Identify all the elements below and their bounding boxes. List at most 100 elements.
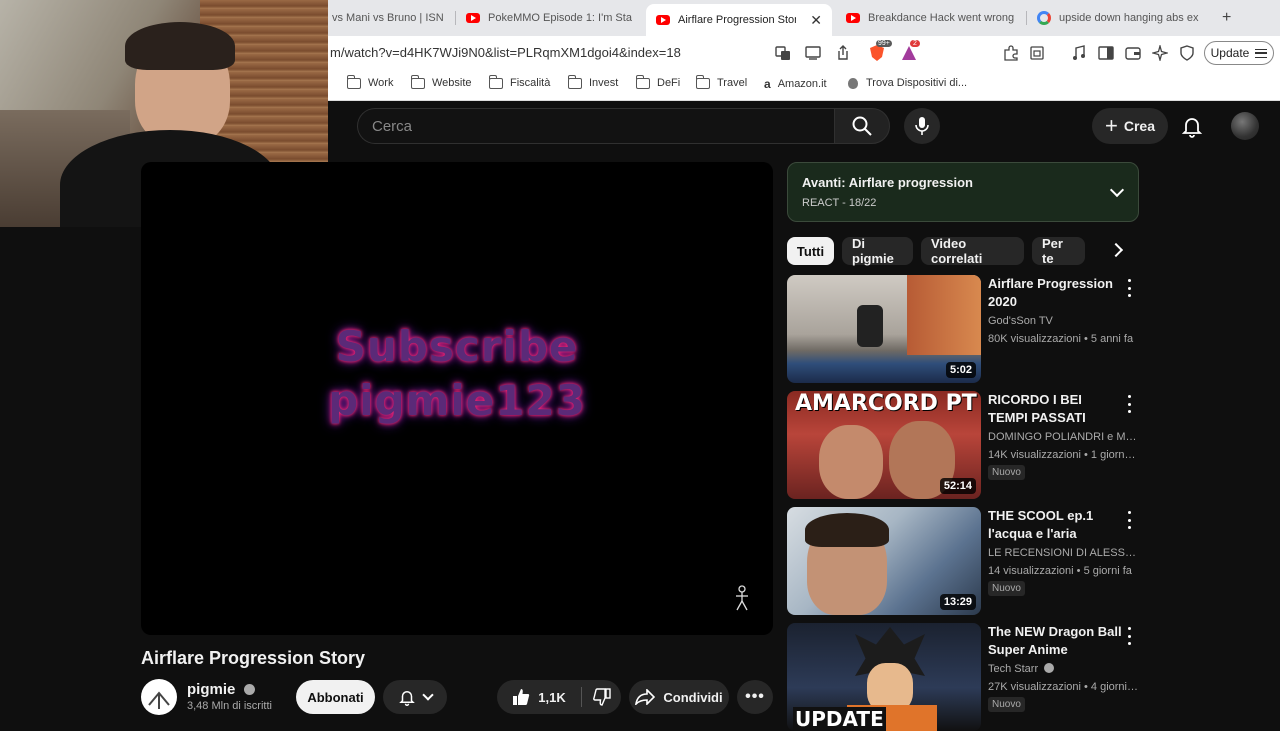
video-title[interactable]: RICORDO I BEI TEMPI PASSATI INSIEME CO..… xyxy=(988,391,1123,427)
thumbnail-text: UPDATE xyxy=(793,707,886,731)
search-input[interactable]: Cerca xyxy=(357,108,834,144)
notification-preference-button[interactable] xyxy=(383,680,447,714)
voice-search-button[interactable] xyxy=(904,108,940,144)
bookmark-fiscalita[interactable]: Fiscalità xyxy=(489,74,550,89)
tab-label: Airflare Progression Stor xyxy=(678,14,797,26)
recommendation-item[interactable]: UPDATE The NEW Dragon Ball Super Anime S… xyxy=(787,623,1139,731)
thumbnail-text: AMARCORD PT xyxy=(795,391,977,416)
youtube-icon xyxy=(846,13,860,23)
bookmark-label: DeFi xyxy=(657,77,681,89)
chip-from-channel[interactable]: Di pigmie xyxy=(842,236,913,266)
bookmark-website[interactable]: Website xyxy=(411,74,472,89)
cast-icon[interactable] xyxy=(804,44,822,62)
wallet-page-icon[interactable] xyxy=(1028,44,1046,62)
video-thumbnail[interactable]: UPDATE xyxy=(787,623,981,731)
player-text-subscribe: Subscribe xyxy=(335,322,579,371)
share-page-icon[interactable] xyxy=(834,44,852,62)
search-button[interactable] xyxy=(834,108,890,144)
channel-name[interactable]: Tech Starr xyxy=(988,663,1138,675)
verified-icon xyxy=(1044,663,1055,673)
user-avatar[interactable] xyxy=(1231,112,1259,140)
more-vertical-icon[interactable] xyxy=(1126,511,1132,529)
share-button[interactable]: Condividi xyxy=(629,680,729,714)
video-player[interactable]: Subscribe pigmie123 xyxy=(141,162,773,635)
dislike-button[interactable] xyxy=(582,680,621,714)
create-label: Crea xyxy=(1123,118,1155,134)
player-text-channel: pigmie123 xyxy=(328,376,586,425)
channel-avatar[interactable] xyxy=(141,679,177,715)
more-vertical-icon[interactable] xyxy=(1126,395,1132,413)
tab-label: upside down hanging abs ex xyxy=(1059,12,1199,24)
wallet-icon[interactable] xyxy=(1124,44,1142,62)
search-icon xyxy=(852,116,872,136)
bookmark-find-devices[interactable]: Trova Dispositivi di... xyxy=(848,77,967,89)
video-title[interactable]: Airflare Progression 2020 xyxy=(988,275,1123,311)
video-duration: 5:02 xyxy=(945,362,976,378)
brave-shield-icon[interactable]: 99+ xyxy=(866,40,892,62)
more-actions-button[interactable]: ••• xyxy=(737,680,773,714)
chevron-down-icon xyxy=(422,689,434,701)
bookmark-defi[interactable]: DeFi xyxy=(636,74,681,89)
video-meta: 80K visualizzazioni • 5 anni fa xyxy=(988,333,1134,345)
channel-name[interactable]: DOMINGO POLIANDRI e Marc... xyxy=(988,431,1138,443)
chevron-right-icon[interactable] xyxy=(1108,242,1124,258)
extensions-icon[interactable] xyxy=(1002,44,1020,62)
channel-name[interactable]: LE RECENSIONI DI ALESSAND... xyxy=(988,547,1138,559)
bookmark-label: Travel xyxy=(717,77,748,89)
video-title[interactable]: THE SCOOL ep.1 l'acqua e l'aria xyxy=(988,507,1123,543)
bookmark-amazon[interactable]: a Amazon.it xyxy=(764,77,827,91)
bookmark-travel[interactable]: Travel xyxy=(696,74,748,89)
like-button[interactable]: 1,1K xyxy=(497,680,581,714)
chip-all[interactable]: Tutti xyxy=(787,237,834,265)
channel-name[interactable]: pigmie xyxy=(187,681,255,698)
tab-label: vs Mani vs Bruno | ISN xyxy=(332,12,444,24)
playlist-panel[interactable]: Avanti: Airflare progression REACT - 18/… xyxy=(787,162,1139,222)
notifications-button[interactable] xyxy=(1180,114,1204,138)
more-vertical-icon[interactable] xyxy=(1126,627,1132,645)
close-tab-icon[interactable]: ✕ xyxy=(810,12,822,29)
vpn-shield-icon[interactable] xyxy=(1178,44,1196,62)
media-icon[interactable] xyxy=(1070,44,1088,62)
video-thumbnail[interactable]: 5:02 xyxy=(787,275,981,383)
browser-tab-2[interactable]: PokeMMO Episode 1: I'm Sta xyxy=(466,6,634,30)
browser-tab-active[interactable]: Airflare Progression Stor ✕ xyxy=(646,4,832,36)
channel-name-label: Tech Starr xyxy=(988,663,1039,675)
video-thumbnail[interactable]: 13:29 xyxy=(787,507,981,615)
folder-icon xyxy=(636,74,650,89)
bookmark-work[interactable]: Work xyxy=(347,74,393,89)
rewards-icon[interactable]: 2 xyxy=(898,40,920,62)
stick-figure-icon xyxy=(735,585,749,616)
browser-tab-1[interactable]: vs Mani vs Bruno | ISN xyxy=(332,6,448,30)
more-vertical-icon[interactable] xyxy=(1126,279,1132,297)
recommendation-item[interactable]: 13:29 THE SCOOL ep.1 l'acqua e l'aria LE… xyxy=(787,507,1139,615)
folder-icon xyxy=(696,74,710,89)
bookmark-invest[interactable]: Invest xyxy=(568,74,618,89)
recommendation-item[interactable]: 5:02 Airflare Progression 2020 God'sSon … xyxy=(787,275,1139,383)
browser-tab-4[interactable]: Breakdance Hack went wrong xyxy=(846,6,1014,30)
ai-sparkle-icon[interactable] xyxy=(1151,44,1169,62)
translate-icon[interactable] xyxy=(774,44,792,62)
playlist-position: REACT - 18/22 xyxy=(802,197,877,209)
tab-label: Breakdance Hack went wrong xyxy=(868,12,1014,24)
update-label: Update xyxy=(1210,46,1250,60)
create-button[interactable]: + Crea xyxy=(1092,108,1168,144)
rewards-badge: 2 xyxy=(910,40,920,47)
folder-icon xyxy=(411,74,425,89)
update-button[interactable]: Update xyxy=(1204,41,1274,65)
url-field[interactable]: m/watch?v=d4HK7WJi9N0&list=PLRqmXM1dgoi4… xyxy=(330,45,681,60)
chip-for-you[interactable]: Per te xyxy=(1032,236,1085,266)
chevron-down-icon[interactable] xyxy=(1109,182,1125,198)
sidebar-icon[interactable] xyxy=(1097,44,1115,62)
playlist-title: Avanti: Airflare progression xyxy=(802,175,973,190)
recommendation-item[interactable]: AMARCORD PT 52:14 RICORDO I BEI TEMPI PA… xyxy=(787,391,1139,499)
video-thumbnail[interactable]: AMARCORD PT 52:14 xyxy=(787,391,981,499)
new-tab-button[interactable]: + xyxy=(1222,6,1242,30)
video-duration: 52:14 xyxy=(939,478,976,494)
plus-icon: + xyxy=(1105,113,1118,138)
subscribe-button[interactable]: Abbonati xyxy=(296,680,375,714)
channel-name[interactable]: God'sSon TV xyxy=(988,315,1138,327)
chip-related[interactable]: Video correlati xyxy=(921,236,1024,266)
browser-tab-5[interactable]: upside down hanging abs ex xyxy=(1037,6,1205,30)
video-title[interactable]: The NEW Dragon Ball Super Anime Situatio… xyxy=(988,623,1123,659)
subscriber-count: 3,48 Mln di iscritti xyxy=(187,700,272,712)
